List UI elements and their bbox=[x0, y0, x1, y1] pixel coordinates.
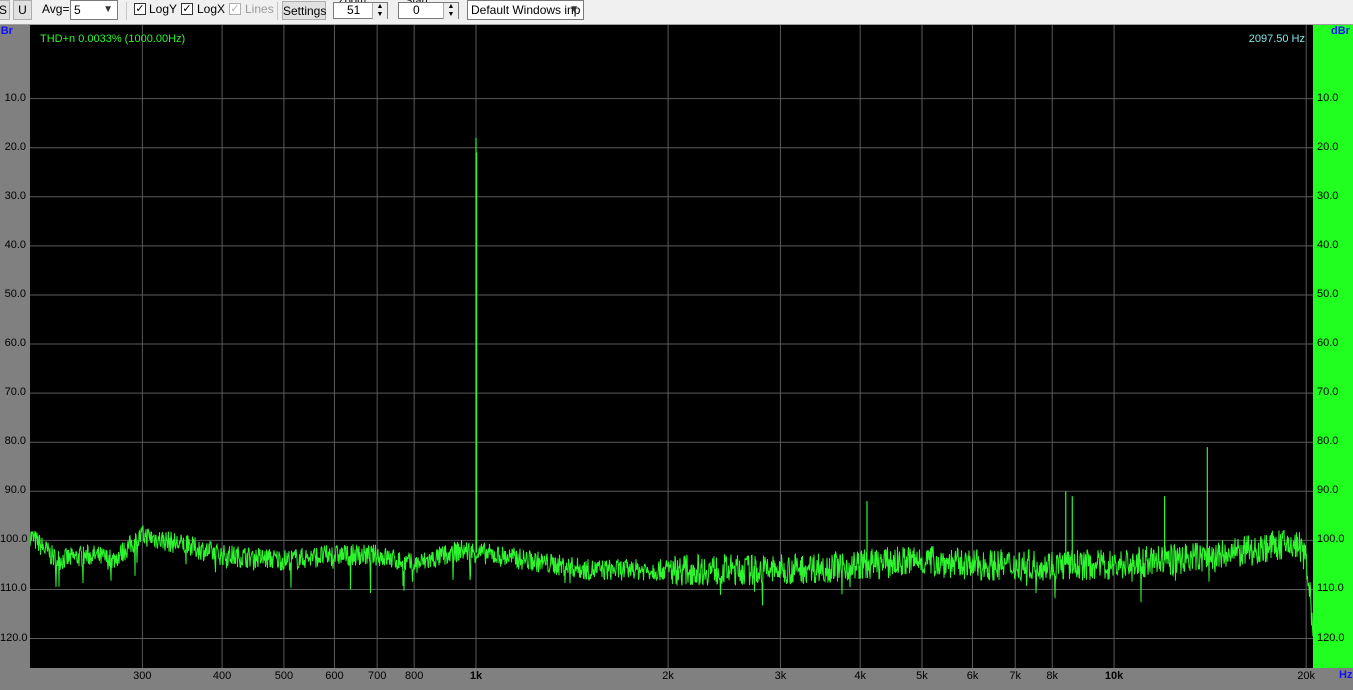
avg-label: Avg= bbox=[42, 2, 70, 16]
x-axis bbox=[0, 668, 1353, 690]
x-tick-label: 4k bbox=[854, 670, 866, 682]
y-tick-label: 120.0 bbox=[1317, 631, 1345, 644]
x-tick-label: 2k bbox=[662, 670, 674, 682]
logy-checkbox[interactable]: ✓ bbox=[134, 3, 146, 15]
check-icon: ✓ bbox=[135, 3, 145, 15]
y-tick-label: 100.0 bbox=[0, 533, 28, 546]
y-tick-label: 30.0 bbox=[4, 189, 26, 202]
x-tick-label: 600 bbox=[325, 670, 344, 682]
y-tick-label: 80.0 bbox=[1317, 435, 1339, 448]
x-tick-label: 10k bbox=[1104, 670, 1124, 682]
spectrum-plot[interactable]: THD+n 0.0033% (1000.00Hz) 2097.50 Hz bbox=[30, 25, 1313, 668]
spin-down-icon[interactable]: ▼ bbox=[443, 11, 458, 19]
chevron-down-icon: ▼ bbox=[569, 4, 579, 15]
divider bbox=[277, 2, 278, 20]
x-tick-label: 20k bbox=[1297, 670, 1316, 682]
y-tick-label: 50.0 bbox=[4, 287, 26, 300]
avg-select[interactable]: 5 ▼ bbox=[70, 0, 118, 20]
input-device-value: Default Windows inp bbox=[471, 3, 581, 17]
y-tick-label: 10.0 bbox=[4, 91, 26, 104]
thd-readout: THD+n 0.0033% (1000.00Hz) bbox=[40, 33, 186, 45]
zoom-spinner[interactable]: 51 ▲ ▼ bbox=[333, 2, 388, 19]
settings-button[interactable]: Settings bbox=[282, 1, 326, 20]
x-tick-label: 500 bbox=[274, 670, 294, 682]
x-tick-label: 400 bbox=[212, 670, 232, 682]
x-tick-label: 300 bbox=[133, 670, 152, 682]
y-tick-label: 20.0 bbox=[4, 140, 26, 153]
y-axis-unit-right: dBr bbox=[1331, 25, 1350, 37]
x-tick-label: 700 bbox=[367, 670, 387, 682]
check-icon: ✓ bbox=[230, 3, 240, 15]
check-icon: ✓ bbox=[182, 3, 192, 15]
x-tick-label: 8k bbox=[1046, 670, 1059, 682]
s-button[interactable]: S bbox=[0, 0, 10, 20]
x-tick-label: 6k bbox=[966, 670, 979, 682]
y-tick-label: 100.0 bbox=[1317, 533, 1345, 546]
x-axis-unit: Hz bbox=[1339, 669, 1353, 681]
y-tick-label: 10.0 bbox=[1317, 91, 1339, 104]
y-tick-label: 90.0 bbox=[4, 484, 26, 497]
y-tick-label: 60.0 bbox=[1317, 337, 1339, 350]
y-tick-label: 110.0 bbox=[1317, 582, 1344, 595]
logx-checkbox[interactable]: ✓ bbox=[181, 3, 193, 15]
start-value: 0 bbox=[413, 3, 420, 17]
y-tick-label: 90.0 bbox=[1317, 484, 1339, 497]
y-tick-label: 80.0 bbox=[4, 435, 26, 448]
y-tick-label: 70.0 bbox=[1317, 386, 1339, 399]
y-tick-label: 120.0 bbox=[0, 631, 28, 644]
spin-down-icon[interactable]: ▼ bbox=[372, 11, 387, 19]
x-tick-label: 1k bbox=[469, 670, 483, 682]
y-axis-unit-left: dBr bbox=[0, 25, 13, 37]
input-device-select[interactable]: Default Windows inp ▼ bbox=[467, 0, 584, 20]
y-tick-label: 110.0 bbox=[0, 582, 27, 595]
logx-label: LogX bbox=[197, 2, 226, 16]
toolbar: S U Avg= 5 ▼ ✓ LogY ✓ LogX ✓ Lines Setti… bbox=[0, 0, 1353, 25]
spectrum-chart bbox=[30, 25, 1313, 668]
y-tick-label: 70.0 bbox=[4, 386, 26, 399]
x-tick-label: 3k bbox=[774, 670, 787, 682]
zoom-value: 51 bbox=[347, 3, 361, 17]
lines-label: Lines bbox=[245, 2, 274, 16]
avg-value: 5 bbox=[74, 3, 81, 17]
lines-checkbox[interactable]: ✓ bbox=[229, 3, 241, 15]
y-tick-label: 60.0 bbox=[4, 337, 26, 350]
y-tick-label: 40.0 bbox=[1317, 238, 1339, 251]
spin-up-icon[interactable]: ▲ bbox=[443, 3, 458, 11]
frequency-readout: 2097.50 Hz bbox=[1248, 33, 1305, 45]
logy-label: LogY bbox=[149, 2, 178, 16]
x-tick-label: 5k bbox=[916, 670, 928, 682]
x-tick-label: 800 bbox=[404, 670, 424, 682]
y-tick-label: 40.0 bbox=[4, 238, 26, 251]
u-button[interactable]: U bbox=[13, 0, 32, 20]
x-tick-label: 7k bbox=[1009, 670, 1022, 682]
y-tick-label: 50.0 bbox=[1317, 287, 1339, 300]
chevron-down-icon: ▼ bbox=[103, 4, 113, 15]
spin-up-icon[interactable]: ▲ bbox=[372, 3, 387, 11]
divider bbox=[126, 2, 127, 20]
y-tick-label: 30.0 bbox=[1317, 189, 1339, 202]
y-tick-label: 20.0 bbox=[1317, 140, 1339, 153]
start-spinner[interactable]: 0 ▲ ▼ bbox=[398, 2, 459, 19]
